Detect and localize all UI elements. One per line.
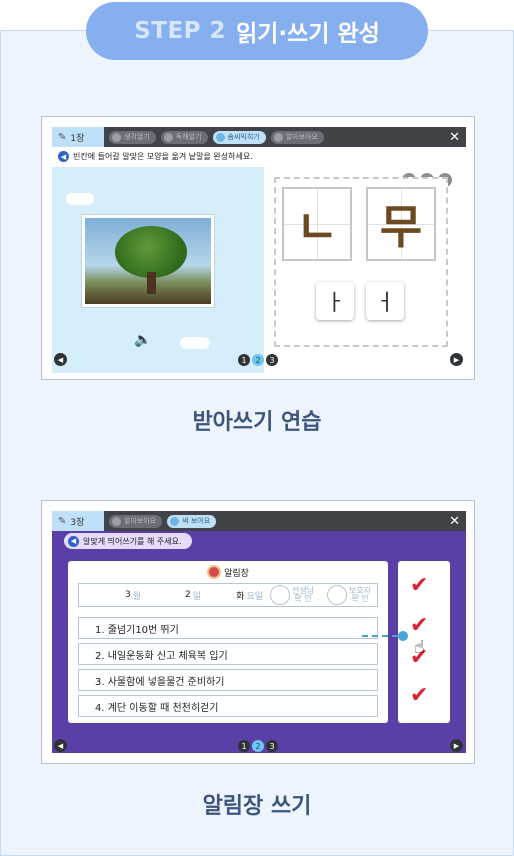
weekday-unit: 요일 bbox=[246, 591, 263, 602]
tab-learn[interactable]: 알아보아요 bbox=[109, 514, 163, 528]
character-icon bbox=[215, 132, 225, 142]
lesson-topbar: ✎ 1장 생각열기 독해알기 솜씨익히기 알아보아요 ✕ bbox=[52, 127, 466, 147]
date-row: 3월 2일 화 요일 선생님 확 인 보호자 확 인 bbox=[78, 583, 378, 607]
hand-pointer-icon: ☝ bbox=[414, 637, 425, 658]
tree-crown bbox=[115, 226, 187, 278]
step-pill: STEP 2 읽기·쓰기 완성 bbox=[86, 2, 428, 60]
chapter-label: 3장 bbox=[70, 517, 85, 528]
page-button[interactable]: 3 bbox=[266, 740, 278, 752]
tab-label: 써 보아요 bbox=[182, 517, 211, 525]
cloud-decoration bbox=[66, 193, 94, 205]
tab-label: 알아보아요 bbox=[285, 133, 318, 141]
character-icon bbox=[163, 132, 173, 142]
parent-seal bbox=[326, 585, 347, 605]
parent-check-label: 보호자 확 인 bbox=[348, 586, 372, 603]
notice-title: 알림장 bbox=[68, 565, 388, 579]
tab-write[interactable]: 써 보아요 bbox=[167, 514, 217, 528]
instruction-text: 알맞게 띄어쓰기를 해 주세요. bbox=[83, 536, 182, 546]
caption-dictation: 받아쓰기 연습 bbox=[192, 410, 322, 435]
tile-letter: ㅏ bbox=[324, 291, 346, 316]
close-icon[interactable]: ✕ bbox=[449, 131, 460, 144]
check-mark-icon[interactable]: ✔ bbox=[410, 573, 428, 598]
pager: 1 2 3 bbox=[238, 740, 278, 752]
character-icon bbox=[112, 516, 121, 526]
lesson-body: ◀ 알맞게 띄어쓰기를 해 주세요. 알림장 3월 2일 화 요일 선생님 확 인… bbox=[52, 531, 466, 753]
instruction-text: 빈칸에 들어갈 알맞은 모양을 옮겨 낱말을 완성하세요. bbox=[73, 152, 253, 161]
caption-notice: 알림장 쓰기 bbox=[202, 794, 312, 819]
check-mark-icon[interactable]: ✔ bbox=[410, 683, 428, 708]
tab-learn[interactable]: 알아보아요 bbox=[270, 130, 324, 144]
task-line[interactable]: 3. 사물함에 넣을물건 준비하기 bbox=[78, 669, 378, 691]
card-letter: 무 bbox=[379, 200, 423, 254]
right-arrow-icon[interactable]: ▶ bbox=[450, 739, 463, 752]
page-button[interactable]: 1 bbox=[238, 354, 250, 366]
pencil-icon: ✎ bbox=[58, 131, 67, 143]
left-arrow-icon[interactable]: ◀ bbox=[54, 739, 67, 752]
tab-label: 독해알기 bbox=[175, 133, 202, 141]
character-icon bbox=[112, 132, 121, 142]
tree-photo bbox=[82, 215, 214, 307]
card-letter: ㄴ bbox=[295, 200, 339, 254]
teacher-seal bbox=[269, 585, 290, 605]
right-arrow-icon[interactable]: ▶ bbox=[450, 353, 463, 366]
pager: 1 2 3 bbox=[238, 354, 278, 366]
check-mark-icon[interactable]: ✔ bbox=[410, 613, 428, 638]
girl-character-icon bbox=[207, 565, 222, 579]
speaker-icon[interactable]: ◀ bbox=[58, 151, 69, 162]
notice-board: 알림장 3월 2일 화 요일 선생님 확 인 보호자 확 인 1. 줄넘기10번 … bbox=[68, 561, 388, 723]
page-button[interactable]: 1 bbox=[238, 740, 250, 752]
dictation-screenshot: ✎ 1장 생각열기 독해알기 솜씨익히기 알아보아요 ✕ 🔈 ◀ 빈칸에 들어갈… bbox=[41, 116, 475, 380]
drag-guide-line bbox=[362, 635, 398, 637]
answer-area: ㄴ 무 ㅏ ㅓ bbox=[274, 177, 448, 347]
speaker-icon[interactable]: ◀ bbox=[68, 535, 79, 547]
lesson-topbar: ✎ 3장 알아보아요 써 보아요 ✕ bbox=[52, 511, 466, 531]
vowel-tile[interactable]: ㅓ bbox=[366, 282, 404, 320]
task-line[interactable]: 4. 계단 이동할 때 천천히걷기 bbox=[78, 695, 378, 717]
teacher-check-label: 선생님 확 인 bbox=[291, 586, 315, 603]
tab-think[interactable]: 생각열기 bbox=[109, 130, 156, 144]
character-icon bbox=[273, 132, 283, 142]
notice-screenshot: ✎ 3장 알아보아요 써 보아요 ✕ ◀ 알맞게 띄어쓰기를 해 주세요. 알림… bbox=[41, 500, 475, 764]
tab-label: 솜씨익히기 bbox=[227, 133, 260, 141]
page-button[interactable]: 2 bbox=[252, 740, 264, 752]
pencil-icon: ✎ bbox=[58, 515, 67, 527]
tab-label: 알아보아요 bbox=[124, 517, 157, 525]
step-label: STEP 2 bbox=[134, 18, 227, 44]
speaker-icon[interactable]: 🔈 bbox=[134, 332, 151, 348]
lesson-body: 🔈 ◀ 빈칸에 들어갈 알맞은 모양을 옮겨 낱말을 완성하세요. ㄴ 무 ㅏ … bbox=[52, 147, 466, 373]
step-title: 읽기·쓰기 완성 bbox=[236, 21, 380, 47]
chapter-badge: ✎ 3장 bbox=[52, 511, 104, 531]
instruction: ◀ 알맞게 띄어쓰기를 해 주세요. bbox=[64, 533, 192, 549]
task-line[interactable]: 1. 줄넘기10번 뛰기 bbox=[78, 617, 378, 639]
notice-title-text: 알림장 bbox=[224, 568, 249, 579]
chapter-label: 1장 bbox=[70, 133, 85, 144]
cloud-decoration bbox=[180, 337, 210, 349]
picture-area: 🔈 bbox=[52, 167, 264, 373]
tab-label: 생각열기 bbox=[124, 133, 150, 141]
month-unit: 월 bbox=[132, 591, 141, 602]
tree-trunk bbox=[147, 272, 156, 294]
weekday-value: 화 bbox=[236, 591, 245, 602]
page-button[interactable]: 3 bbox=[266, 354, 278, 366]
letter-card[interactable]: 무 bbox=[366, 187, 436, 261]
tile-letter: ㅓ bbox=[374, 291, 396, 316]
vowel-tile[interactable]: ㅏ bbox=[316, 282, 354, 320]
tab-practice[interactable]: 솜씨익히기 bbox=[212, 130, 266, 144]
month-value: 3 bbox=[124, 590, 131, 600]
page-button[interactable]: 2 bbox=[252, 354, 264, 366]
drag-handle[interactable] bbox=[398, 631, 408, 641]
task-line[interactable]: 2. 내일운동화 신고 체육복 입기 bbox=[78, 643, 378, 665]
chapter-badge: ✎ 1장 bbox=[52, 127, 104, 147]
instruction: ◀ 빈칸에 들어갈 알맞은 모양을 옮겨 낱말을 완성하세요. bbox=[58, 151, 253, 162]
close-icon[interactable]: ✕ bbox=[449, 515, 460, 528]
day-unit: 일 bbox=[192, 591, 201, 602]
left-arrow-icon[interactable]: ◀ bbox=[54, 353, 67, 366]
tab-read[interactable]: 독해알기 bbox=[160, 130, 208, 144]
character-icon bbox=[170, 516, 180, 526]
letter-card[interactable]: ㄴ bbox=[282, 187, 352, 261]
day-value: 2 bbox=[184, 590, 191, 600]
